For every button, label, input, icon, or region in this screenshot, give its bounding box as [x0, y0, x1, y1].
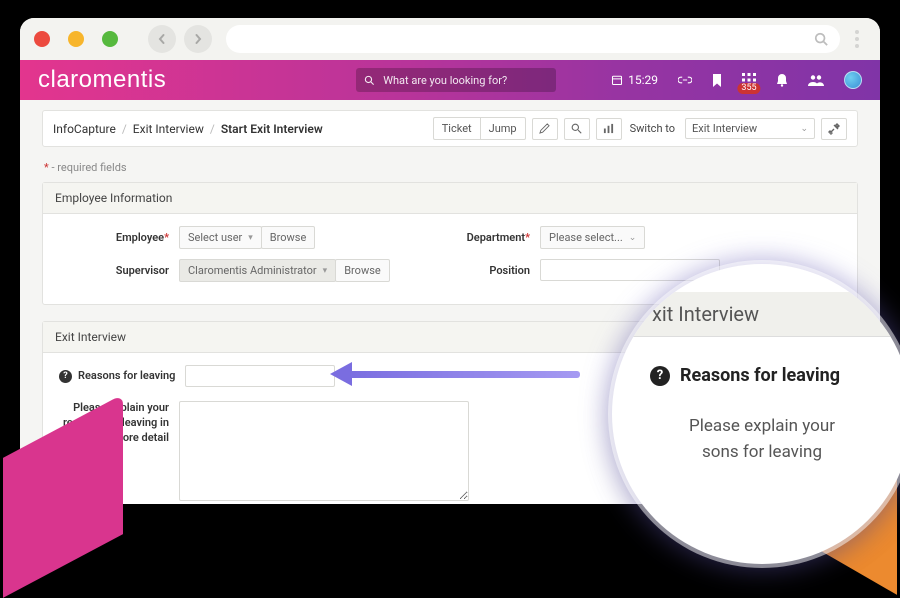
supervisor-select[interactable]: Claromentis Administrator ▾: [179, 259, 336, 282]
info-icon[interactable]: ?: [59, 370, 72, 383]
back-button[interactable]: [148, 25, 176, 53]
calendar-icon: [611, 74, 623, 86]
callout-arrow: [330, 366, 580, 382]
clock-time: 15:29: [628, 73, 658, 87]
address-bar[interactable]: [226, 25, 840, 53]
info-icon: ?: [650, 366, 670, 386]
supervisor-browse-button[interactable]: Browse: [335, 259, 390, 282]
search-icon: [571, 123, 582, 134]
magnifier-header: xit Interview: [612, 292, 900, 337]
link-icon[interactable]: [678, 74, 692, 86]
search-button[interactable]: [564, 118, 590, 140]
employee-info-header: Employee Information: [43, 183, 857, 214]
chevron-down-icon: ⌄: [629, 233, 637, 243]
magnifier-detail-text: Please explain your sons for leaving: [636, 414, 888, 465]
maximize-window-button[interactable]: [102, 31, 118, 47]
supervisor-label: Supervisor: [59, 264, 179, 277]
breadcrumb-current: Start Exit Interview: [221, 122, 323, 136]
bookmark-icon[interactable]: [712, 74, 722, 87]
bar-chart-icon: [603, 123, 614, 134]
edit-icon: [539, 123, 550, 134]
reasons-label: Reasons for leaving: [78, 369, 185, 384]
global-search[interactable]: What are you looking for?: [356, 68, 556, 92]
people-icon[interactable]: [808, 74, 824, 86]
forward-button[interactable]: [184, 25, 212, 53]
search-icon: [364, 75, 375, 86]
magnifier-reasons-label: Reasons for leaving: [680, 365, 840, 386]
app-topbar: claromentis What are you looking for? 15…: [20, 60, 880, 100]
chevron-down-icon: ▾: [248, 233, 253, 243]
topbar-icons: 15:29 355: [611, 71, 862, 89]
jump-button[interactable]: Jump: [480, 117, 526, 140]
window-controls: [34, 31, 118, 47]
brand-logo: claromentis: [38, 66, 166, 94]
department-select[interactable]: Please select... ⌄: [540, 226, 645, 249]
required-fields-note: * - required fields: [44, 161, 858, 174]
position-label: Position: [450, 264, 540, 277]
magnifier-overlay: xit Interview ? Reasons for leaving Plea…: [612, 264, 900, 564]
bell-icon[interactable]: [776, 73, 788, 87]
breadcrumb-root[interactable]: InfoCapture: [53, 122, 116, 136]
employee-browse-button[interactable]: Browse: [261, 226, 316, 249]
avatar[interactable]: [844, 71, 862, 89]
breadcrumb-toolbar: InfoCapture / Exit Interview / Start Exi…: [42, 110, 858, 147]
minimize-window-button[interactable]: [68, 31, 84, 47]
notification-badge: 355: [737, 83, 760, 94]
employee-select[interactable]: Select user ▾: [179, 226, 262, 249]
breadcrumb-mid[interactable]: Exit Interview: [133, 122, 204, 136]
search-placeholder: What are you looking for?: [383, 74, 507, 87]
clock-widget[interactable]: 15:29: [611, 73, 658, 87]
stats-button[interactable]: [596, 118, 622, 140]
apps-icon[interactable]: 355: [742, 73, 756, 87]
browser-titlebar: [20, 18, 880, 60]
settings-button[interactable]: [821, 118, 847, 140]
switch-to-label: Switch to: [630, 122, 675, 135]
switch-to-select[interactable]: Exit Interview ⌄: [685, 118, 815, 139]
department-label: Department*: [450, 231, 540, 244]
tools-icon: [828, 123, 840, 135]
chevron-down-icon: ⌄: [800, 124, 808, 134]
edit-button[interactable]: [532, 118, 558, 140]
ticket-label: Ticket: [433, 117, 480, 140]
reasons-input[interactable]: [185, 365, 335, 387]
search-icon: [814, 32, 828, 46]
nav-buttons: [148, 25, 212, 53]
employee-label: Employee*: [59, 231, 179, 244]
chevron-down-icon: ▾: [323, 266, 328, 276]
close-window-button[interactable]: [34, 31, 50, 47]
browser-menu-button[interactable]: [848, 30, 866, 48]
detail-textarea[interactable]: [179, 401, 469, 501]
detail-label: Please explain your reasons for leaving …: [59, 401, 179, 446]
